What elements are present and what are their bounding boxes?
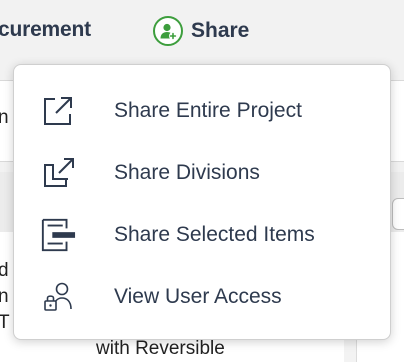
user-lock-icon — [40, 279, 76, 315]
share-label: Share — [191, 19, 250, 42]
list-cell-text: n — [0, 286, 9, 307]
multiple-windows-icon — [40, 155, 76, 191]
list-cell-text: T — [0, 312, 10, 333]
user-add-icon — [153, 16, 183, 46]
menu-item-view-user-access[interactable]: View User Access — [14, 268, 390, 326]
background-row-text: n — [0, 107, 9, 128]
menu-item-share-entire-project[interactable]: Share Entire Project — [14, 82, 390, 140]
menu-item-share-selected-items[interactable]: Share Selected Items — [14, 206, 390, 264]
menu-item-label: Share Entire Project — [114, 99, 302, 122]
share-menu: Share Entire Project Share Divisions Sha… — [13, 64, 391, 340]
selected-items-icon — [40, 217, 76, 253]
menu-item-share-divisions[interactable]: Share Divisions — [14, 144, 390, 202]
menu-item-label: View User Access — [114, 285, 282, 308]
toolbar: curement Share — [0, 0, 404, 64]
menu-item-label: Share Divisions — [114, 161, 260, 184]
share-button[interactable]: Share — [153, 14, 249, 48]
procurement-tab[interactable]: curement — [0, 18, 91, 42]
menu-item-label: Share Selected Items — [114, 223, 315, 246]
list-cell-text: with Reversible — [96, 338, 225, 359]
list-cell-text: d — [0, 260, 9, 281]
search-input[interactable] — [392, 198, 404, 230]
page: curement Share n d n T with Reversible S… — [0, 0, 404, 362]
external-link-icon — [40, 93, 76, 129]
